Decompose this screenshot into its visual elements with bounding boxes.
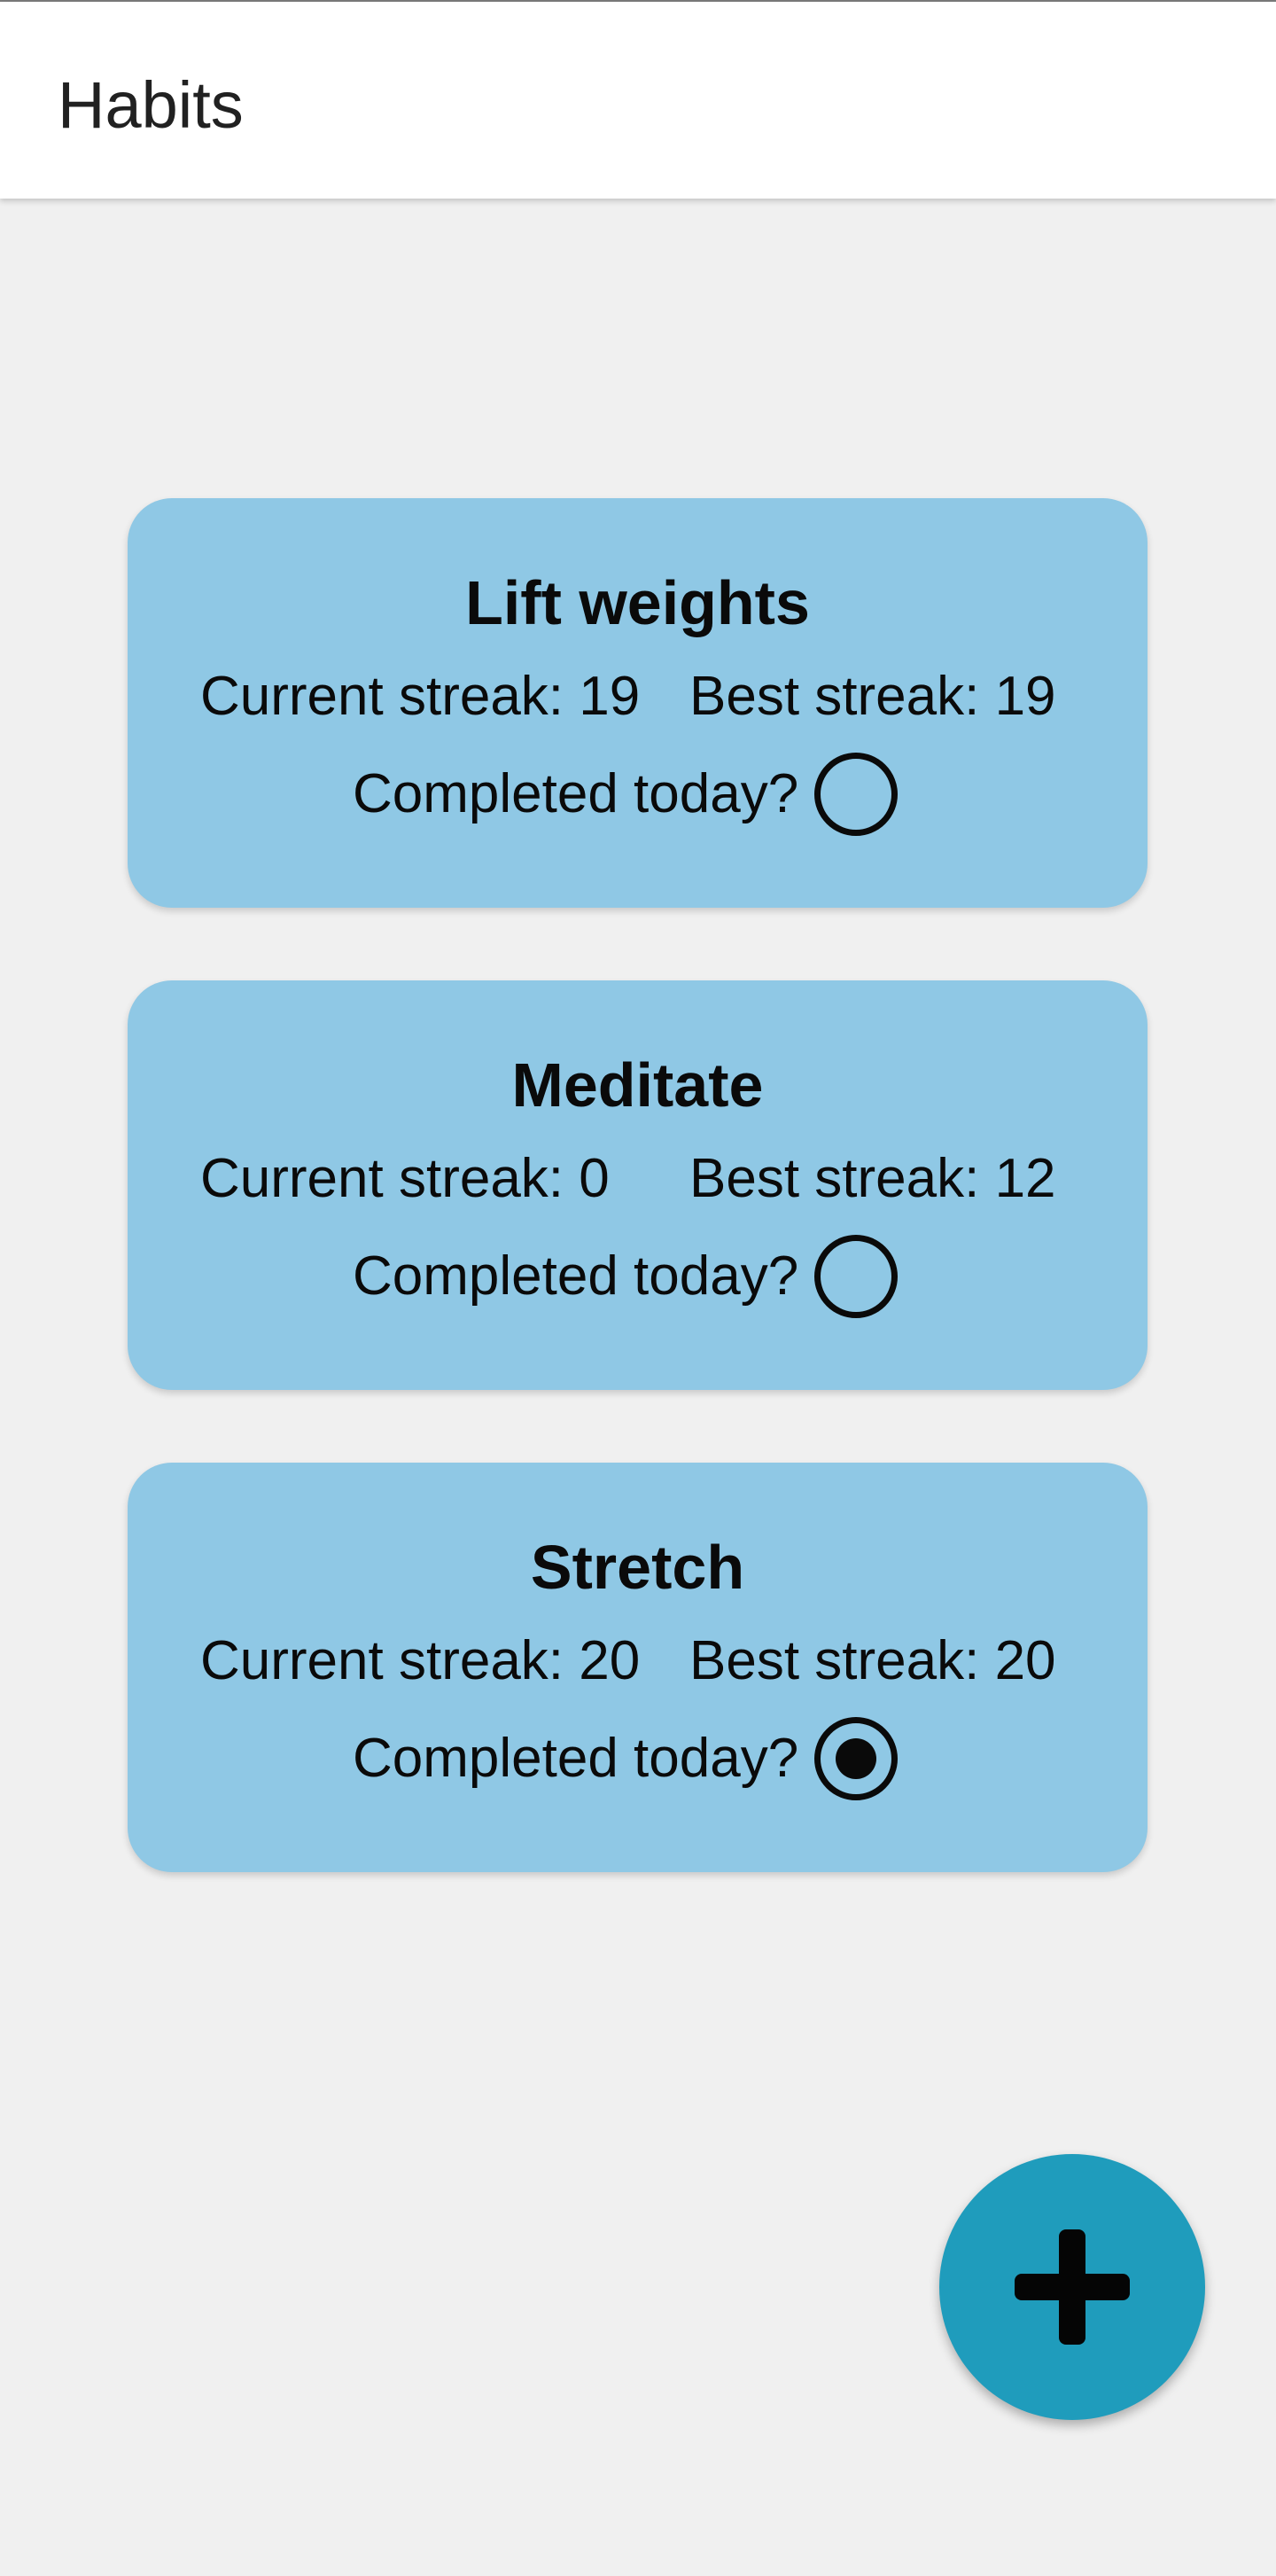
best-streak: Best streak: 20: [689, 1630, 1056, 1691]
plus-icon: [1015, 2229, 1130, 2345]
best-streak: Best streak: 12: [689, 1148, 1056, 1209]
completed-today-row: Completed today?: [353, 752, 899, 837]
habit-name: Meditate: [511, 1050, 764, 1120]
current-streak: Current streak: 20: [200, 1630, 641, 1691]
completed-today-radio[interactable]: [814, 1717, 899, 1800]
best-streak: Best streak: 19: [689, 666, 1056, 727]
habit-card[interactable]: Meditate Current streak: 0 Best streak: …: [128, 980, 1148, 1390]
habit-card[interactable]: Stretch Current streak: 20 Best streak: …: [128, 1463, 1148, 1872]
current-streak: Current streak: 19: [200, 666, 641, 727]
habit-list: Lift weights Current streak: 19 Best str…: [128, 498, 1148, 1945]
completed-today-label: Completed today?: [353, 1245, 799, 1307]
radio-selected-dot: [836, 1738, 877, 1779]
completed-today-label: Completed today?: [353, 763, 799, 824]
habit-name: Lift weights: [465, 568, 810, 637]
page-title: Habits: [58, 68, 244, 142]
completed-today-row: Completed today?: [353, 1234, 899, 1319]
completed-today-label: Completed today?: [353, 1728, 799, 1789]
completed-today-radio[interactable]: [814, 753, 899, 836]
add-habit-button[interactable]: [939, 2154, 1205, 2420]
completed-today-row: Completed today?: [353, 1716, 899, 1801]
habit-name: Stretch: [530, 1533, 745, 1602]
completed-today-radio[interactable]: [814, 1235, 899, 1318]
app-bar: Habits: [0, 2, 1276, 199]
habit-card[interactable]: Lift weights Current streak: 19 Best str…: [128, 498, 1148, 908]
current-streak: Current streak: 0: [200, 1148, 610, 1209]
